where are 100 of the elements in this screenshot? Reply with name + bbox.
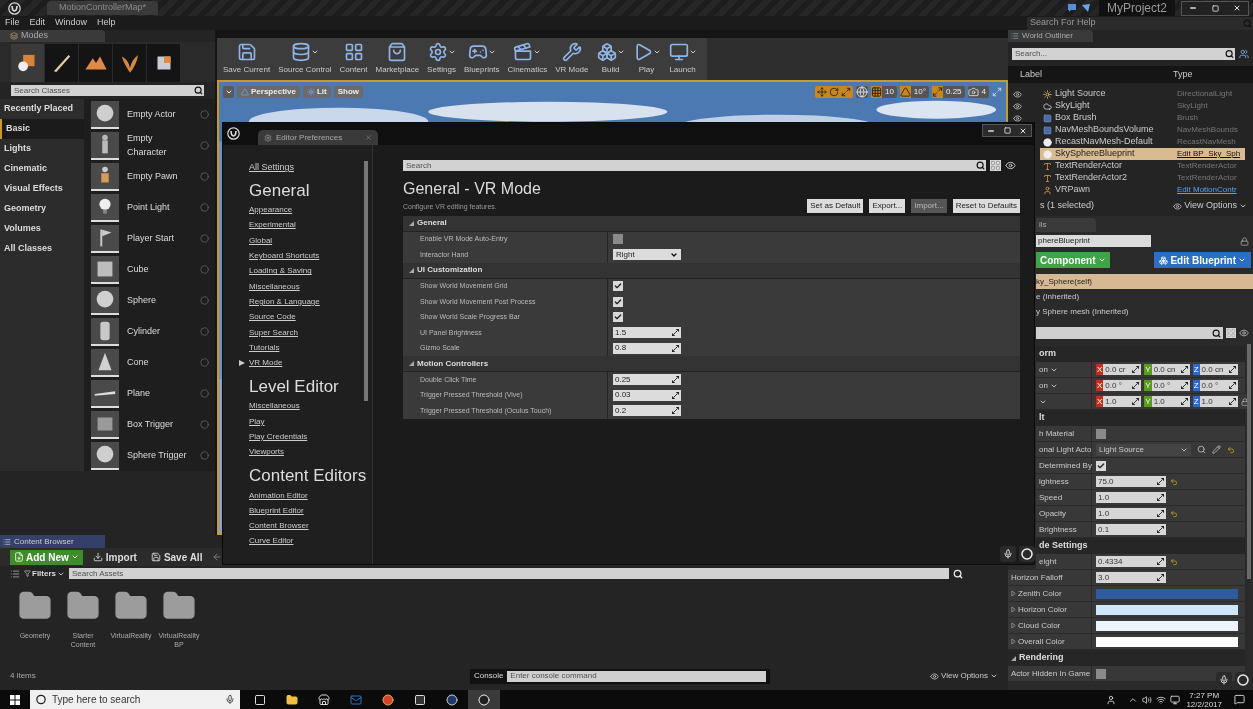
number-field[interactable]: 0.0 ° [1103,380,1142,391]
settings-link[interactable]: Curve Editor [249,535,294,548]
category-item[interactable]: All Classes [0,239,84,259]
outliner-row[interactable]: TextRenderActor TextRenderActor [1040,160,1245,172]
settings-link[interactable]: Super Search [249,326,298,339]
panel-tab[interactable]: Modes [0,30,105,42]
dropdown[interactable]: Light Source [1096,443,1191,456]
class-item[interactable]: Empty Actor [127,107,192,122]
settings-link[interactable]: Global [249,234,273,247]
settings-link[interactable]: Appearance [249,204,293,217]
snap-value[interactable]: 10 [881,86,897,98]
number-field[interactable]: 0.03 [613,389,681,401]
viewport-button[interactable]: Show [333,86,364,98]
settings-link[interactable]: Keyboard Shortcuts [249,250,320,263]
column-header[interactable]: Type [1173,67,1253,82]
class-item[interactable]: Cone [127,355,192,370]
settings-link[interactable]: Experimental [249,219,296,232]
toolbar-button[interactable]: VR Mode [551,38,593,80]
class-item[interactable]: Plane [127,386,192,401]
class-item[interactable]: Cube [127,262,192,277]
number-field[interactable]: 3.0 [1096,572,1166,583]
number-field[interactable]: 0.0 ° [1199,380,1238,391]
import-button[interactable]: Import [88,549,141,565]
view-options-button[interactable]: View Options [1173,199,1247,213]
number-field[interactable]: 1.0 [1096,492,1166,503]
number-field[interactable]: 1.0 [1103,396,1142,407]
category-item[interactable]: Recently Placed [0,99,84,119]
number-field[interactable]: 0.0 ° [1151,380,1190,391]
toolbar-button[interactable]: Build [592,38,629,80]
class-item[interactable]: Sphere Trigger [127,448,192,463]
save-all-button[interactable]: Save All [146,549,207,565]
outliner-row[interactable]: TextRenderActor2 TextRenderActor [1040,172,1245,184]
search-field[interactable]: Search Assets [69,568,949,579]
class-item[interactable]: Point Light [127,200,192,215]
menu-item[interactable]: Edit [24,16,51,30]
number-field[interactable]: 0.25 [613,374,681,386]
number-field[interactable]: 1.5 [613,327,681,339]
settings-link[interactable]: Play Credentials [249,431,308,443]
taskbar-search[interactable]: Type here to search [52,690,220,709]
snap-value[interactable]: 4 [978,86,989,98]
snap-value[interactable]: 0.25 [942,86,965,98]
settings-link[interactable]: Play [249,415,265,428]
class-item[interactable]: Empty Character [127,132,192,159]
help-search-field[interactable]: Search For Help [1027,16,1242,30]
settings-link[interactable]: Tutorials [249,341,280,354]
console-field[interactable]: Enter console command [507,670,766,682]
toolbar-button[interactable]: Marketplace [371,38,424,80]
edit-blueprint-button[interactable]: Edit Blueprint [1154,252,1251,268]
clock[interactable]: 7:27 PM 12/2/2017 [1186,690,1222,709]
panel-tab[interactable]: World Outliner [1008,30,1093,42]
menu-item[interactable]: Help [92,16,121,30]
outliner-row[interactable]: VRPawn Edit MotionContr [1040,184,1245,196]
outliner-row[interactable]: RecastNavMesh-Default RecastNavMesh [1040,136,1245,148]
class-item[interactable]: Player Start [127,231,192,246]
outliner-row[interactable]: Box Brush Brush [1040,112,1245,124]
number-field[interactable]: 0.2 [613,405,681,417]
add-new-button[interactable]: Add New [10,549,83,565]
search-field[interactable]: Search... [1012,48,1224,60]
number-field[interactable]: 1.0 [1096,508,1166,519]
outliner-row[interactable]: Light Source DirectionalLight [1040,88,1245,100]
component-item[interactable]: y Sphere mesh (Inherited) [1036,304,1253,319]
settings-link[interactable]: Miscellaneous [249,400,300,413]
viewport-button[interactable]: Perspective [237,86,300,98]
category-item[interactable]: Geometry [0,199,84,219]
category-item[interactable]: Lights [0,139,84,159]
toolbar-button[interactable]: Settings [423,38,460,80]
class-item[interactable]: Empty Pawn [127,169,192,184]
settings-link[interactable]: Content Browser [249,520,309,533]
settings-link[interactable]: All Settings [249,161,295,175]
number-field[interactable]: 0.1 [1096,524,1166,535]
settings-link[interactable]: Loading & Saving [249,265,312,278]
category-item[interactable]: Volumes [0,219,84,239]
snap-value[interactable]: 10° [910,86,929,98]
action-button[interactable]: Export... [869,198,906,213]
settings-link[interactable]: Miscellaneous [249,280,300,293]
name-field[interactable]: phereBlueprint [1036,235,1151,247]
number-field[interactable]: 0.0 cn [1151,364,1190,375]
number-field[interactable]: 1.0 [1199,396,1238,407]
dropdown[interactable]: Right [613,249,681,261]
panel-tab[interactable]: Content Browser [0,535,105,548]
class-item[interactable]: Sphere [127,293,192,308]
category-item[interactable]: Basic [0,119,84,139]
number-field[interactable]: 0.4334 [1096,556,1166,567]
toolbar-button[interactable]: Content [335,38,372,80]
viewport-button[interactable]: Lit [302,86,331,98]
toolbar-button[interactable]: Source Control [274,38,336,80]
number-field[interactable]: 0.0 cr [1103,364,1142,375]
column-header[interactable]: Label [1008,67,1173,82]
category-item[interactable]: Cinematic [0,159,84,179]
component-item[interactable]: e (Inherited) [1036,289,1253,304]
settings-link[interactable]: Region & Language [249,295,320,308]
settings-link[interactable]: Viewports [249,446,284,459]
number-field[interactable]: 75.0 [1096,476,1166,487]
menu-item[interactable]: Window [50,16,93,30]
toolbar-button[interactable]: Save Current [219,38,275,80]
class-item[interactable]: Cylinder [127,324,192,339]
action-button[interactable]: Reset to Defaults [952,198,1020,213]
settings-link[interactable]: VR Mode [249,357,283,370]
outliner-row[interactable]: NavMeshBoundsVolume NavMeshBounds [1040,124,1245,136]
action-button[interactable]: Set as Default [807,198,864,213]
